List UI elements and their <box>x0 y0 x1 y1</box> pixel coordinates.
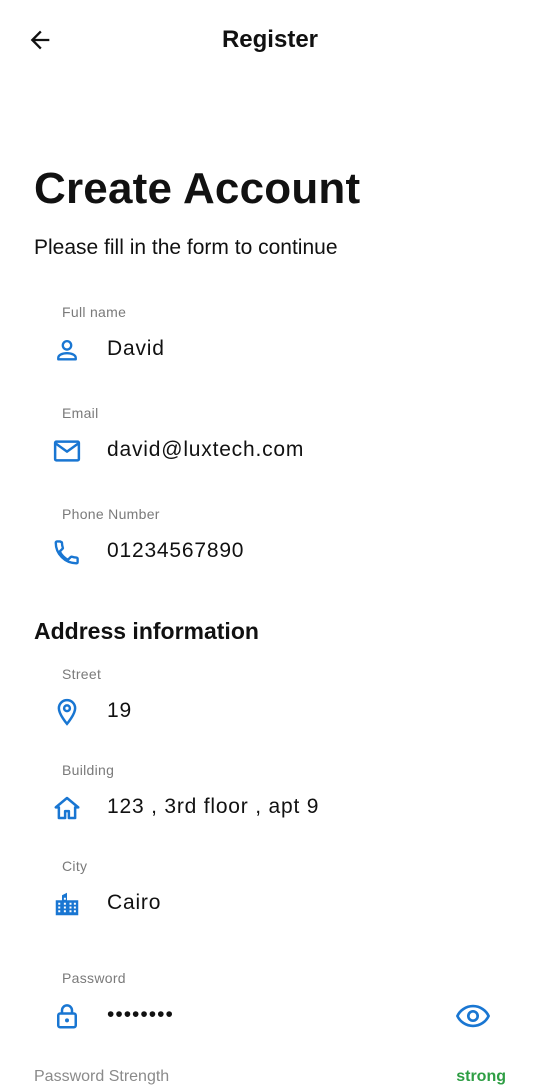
building-input[interactable]: 123 , 3rd floor , apt 9 <box>107 795 319 819</box>
full-name-field[interactable]: Full name David <box>34 304 514 374</box>
street-label: Street <box>62 666 102 682</box>
city-label: City <box>62 858 88 874</box>
phone-label: Phone Number <box>62 506 160 522</box>
full-name-input[interactable]: David <box>107 337 165 361</box>
app-bar: Register <box>0 0 540 80</box>
password-field[interactable]: Password •••••••• <box>34 970 514 1040</box>
city-icon <box>50 887 84 921</box>
full-name-label: Full name <box>62 304 127 320</box>
email-field[interactable]: Email david@luxtech.com <box>34 405 514 475</box>
address-section-title: Address information <box>34 618 259 644</box>
phone-field[interactable]: Phone Number 01234567890 <box>34 506 514 576</box>
person-icon <box>50 333 84 367</box>
building-field[interactable]: Building 123 , 3rd floor , apt 9 <box>34 762 514 832</box>
city-field[interactable]: City Cairo <box>34 858 514 928</box>
password-input[interactable]: •••••••• <box>107 1003 174 1027</box>
location-pin-icon <box>50 695 84 729</box>
password-strength-label: Password Strength <box>34 1068 170 1085</box>
mail-icon <box>50 434 84 468</box>
email-input[interactable]: david@luxtech.com <box>107 438 304 462</box>
password-label: Password <box>62 970 126 986</box>
phone-icon <box>50 535 84 569</box>
city-input[interactable]: Cairo <box>107 891 161 915</box>
email-label: Email <box>62 405 99 421</box>
eye-icon <box>456 1004 490 1028</box>
create-account-heading: Create Account <box>34 164 361 213</box>
street-field[interactable]: Street 19 <box>34 666 514 736</box>
street-input[interactable]: 19 <box>107 699 132 723</box>
home-icon <box>50 791 84 825</box>
password-strength-value: strong <box>456 1068 506 1085</box>
toggle-password-visibility-button[interactable] <box>454 1000 492 1032</box>
phone-input[interactable]: 01234567890 <box>107 539 244 563</box>
form-subtitle: Please fill in the form to continue <box>34 236 338 259</box>
lock-icon <box>50 999 84 1033</box>
building-label: Building <box>62 762 115 778</box>
page-title: Register <box>221 26 319 53</box>
